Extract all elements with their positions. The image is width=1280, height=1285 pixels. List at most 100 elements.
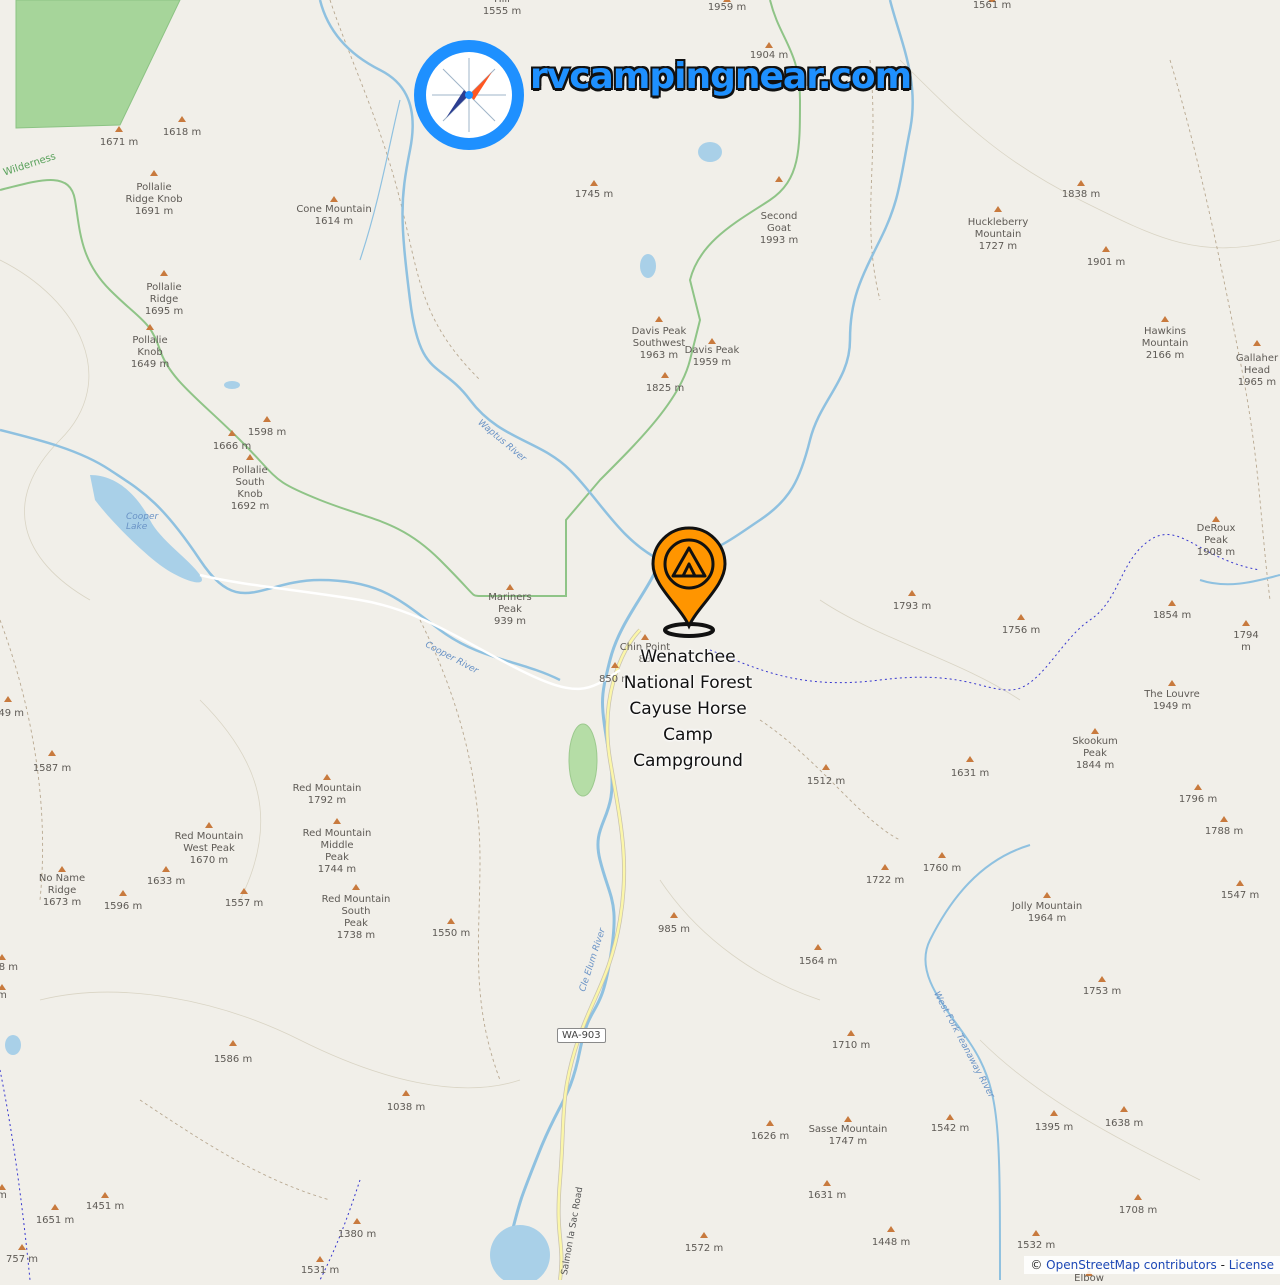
peak-label: 1710 m xyxy=(831,1040,871,1051)
peak-label: 1796 m xyxy=(1178,794,1218,805)
peak-icon xyxy=(0,954,6,960)
peak-label: 1793 m xyxy=(892,601,932,612)
lake xyxy=(224,381,240,389)
peak-label: 1901 m xyxy=(1086,257,1126,268)
peak-icon xyxy=(18,1244,26,1250)
peak-label: Pollalie Ridge 1695 m xyxy=(144,282,184,317)
peak-label: 1633 m xyxy=(146,876,186,887)
peak-label: Pollalie Ridge Knob 1691 m xyxy=(125,182,183,217)
lake xyxy=(640,254,656,278)
meadow-area xyxy=(568,723,598,797)
map-attribution: © OpenStreetMap contributors - License xyxy=(1024,1256,1280,1274)
peak-label: Davis Peak 1959 m xyxy=(684,345,740,368)
peak-label: 1542 m xyxy=(930,1123,970,1134)
peak-label: 1550 m xyxy=(431,928,471,939)
peak-icon xyxy=(119,890,127,896)
osm-link[interactable]: OpenStreetMap contributors xyxy=(1046,1258,1217,1272)
license-link[interactable]: License xyxy=(1229,1258,1274,1272)
peak-label: 718 m xyxy=(0,962,19,973)
peak-label: 1531 m xyxy=(300,1265,340,1276)
peak-label: No Name Ridge 1673 m xyxy=(38,873,86,908)
peak-icon xyxy=(966,756,974,762)
peak-label: 1380 m xyxy=(337,1229,377,1240)
peak-label: 1666 m xyxy=(212,441,252,452)
peak-label: Red Mountain South Peak 1738 m xyxy=(321,894,391,941)
peak-label: Hawkins Mountain 2166 m xyxy=(1141,326,1189,361)
peak-icon xyxy=(655,316,663,322)
peak-label: m xyxy=(0,1190,7,1201)
peak-label: 1561 m xyxy=(972,0,1012,11)
peak-label: 1596 m xyxy=(103,901,143,912)
peak-label: Skookum Peak 1844 m xyxy=(1072,736,1118,771)
peak-label: 1586 m xyxy=(213,1054,253,1065)
peak-icon xyxy=(146,324,154,330)
peak-label: Cone Mountain 1614 m xyxy=(296,204,372,227)
peak-icon xyxy=(323,774,331,780)
road-shield-wa-903: WA-903 xyxy=(557,1028,606,1043)
peak-label: 1564 m xyxy=(798,956,838,967)
peak-icon xyxy=(506,584,514,590)
peak-label: 1631 m xyxy=(807,1190,847,1201)
peak-icon xyxy=(316,1256,324,1262)
peak-label: 649 m xyxy=(0,708,25,719)
peak-label: Gallaher Head 1965 m xyxy=(1235,353,1279,388)
peak-icon xyxy=(246,454,254,460)
peak-icon xyxy=(814,944,822,950)
peak-label: Elbow xyxy=(1074,1273,1104,1284)
peak-icon xyxy=(994,206,1002,212)
peak-icon xyxy=(1168,680,1176,686)
peak-icon xyxy=(670,912,678,918)
peak-icon xyxy=(1102,246,1110,252)
peak-label: 1638 m xyxy=(1104,1118,1144,1129)
peak-label: 1532 m xyxy=(1016,1240,1056,1251)
peak-icon xyxy=(908,590,916,596)
peak-icon xyxy=(844,1116,852,1122)
lake xyxy=(5,1035,21,1055)
peak-label: 1448 m xyxy=(871,1237,911,1248)
site-logo[interactable]: rvcampingnear.com xyxy=(414,40,912,150)
water-label-cooper-lake: Cooper Lake xyxy=(126,512,159,532)
peak-label: Hill 1555 m xyxy=(482,0,522,17)
peak-icon xyxy=(700,1232,708,1238)
peak-label: 1708 m xyxy=(1118,1205,1158,1216)
peak-icon xyxy=(1242,620,1250,626)
peak-icon xyxy=(263,416,271,422)
peak-icon xyxy=(1043,892,1051,898)
peak-icon xyxy=(611,662,619,668)
peak-icon xyxy=(333,818,341,824)
logo-text: rvcampingnear.com xyxy=(530,56,912,97)
peak-icon xyxy=(352,884,360,890)
peak-icon xyxy=(938,852,946,858)
peak-icon xyxy=(48,750,56,756)
peak-icon xyxy=(4,696,12,702)
peak-icon xyxy=(1017,614,1025,620)
peak-icon xyxy=(887,1226,895,1232)
peak-icon xyxy=(766,1120,774,1126)
peak-label: 1598 m xyxy=(247,427,287,438)
campground-label[interactable]: Wenatchee National Forest Cayuse Horse C… xyxy=(623,644,753,774)
peak-icon xyxy=(402,1090,410,1096)
peak-label: Second Goat 1993 m xyxy=(759,211,799,246)
peak-icon xyxy=(353,1218,361,1224)
peak-label: 1651 m xyxy=(35,1215,75,1226)
peak-icon xyxy=(1168,600,1176,606)
peak-label: 1395 m xyxy=(1034,1122,1074,1133)
peak-label: 1572 m xyxy=(684,1243,724,1254)
peak-icon xyxy=(1098,976,1106,982)
peak-icon xyxy=(946,1114,954,1120)
peak-label: Red Mountain Middle Peak 1744 m xyxy=(302,828,372,875)
peak-label: 1788 m xyxy=(1204,826,1244,837)
peak-label: Mariners Peak 939 m xyxy=(488,592,532,627)
peak-label: 1451 m xyxy=(85,1201,125,1212)
peak-label: 1631 m xyxy=(950,768,990,779)
peak-label: m xyxy=(0,990,7,1001)
peak-label: 1854 m xyxy=(1152,610,1192,621)
peak-label: Red Mountain 1792 m xyxy=(292,783,362,806)
peak-icon xyxy=(228,430,236,436)
peak-icon xyxy=(330,196,338,202)
peak-icon xyxy=(775,176,783,182)
peak-label: 985 m xyxy=(657,924,691,935)
peak-icon xyxy=(590,180,598,186)
tent-pin-icon[interactable] xyxy=(650,526,728,638)
peak-label: Huckleberry Mountain 1727 m xyxy=(967,217,1029,252)
